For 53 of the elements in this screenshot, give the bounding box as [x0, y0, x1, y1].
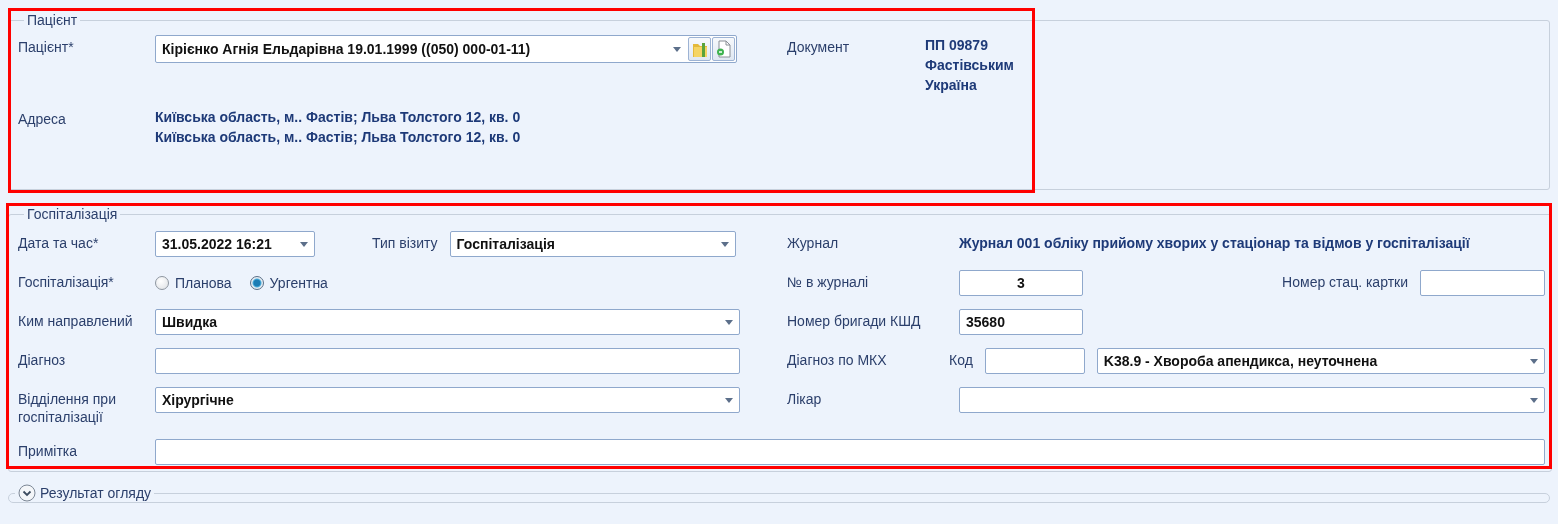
dropdown[interactable]: Госпіталізація — [449, 231, 736, 257]
caret-icon — [673, 46, 681, 52]
journal-value: Журнал 001 обліку прийому хворих у стаціонар та відмов у госпіталізації — [959, 234, 1471, 253]
radio-icon[interactable] — [155, 276, 169, 290]
caret-icon — [725, 319, 733, 325]
field-label: Ким направлений — [18, 312, 134, 330]
field-label: Відділення при госпіталізації — [18, 390, 117, 426]
radio-option[interactable]: Планова — [155, 275, 232, 291]
dropdown[interactable]: Хірургічне — [155, 387, 740, 413]
dropdown[interactable]: 31.05.2022 16:21 — [155, 231, 315, 257]
address-value: Київська область, м.. Фастів; Льва Толстого 12, кв. 0 — [155, 108, 521, 127]
field-label: Адреса — [18, 110, 67, 128]
section-title: Госпіталізація — [26, 206, 119, 222]
radio-option[interactable]: Ургентна — [249, 275, 328, 291]
caret-icon — [300, 241, 308, 247]
input-field[interactable] — [1420, 270, 1545, 296]
expand-icon[interactable] — [18, 484, 36, 502]
toolbar-button[interactable] — [712, 37, 735, 61]
document-value: Фастівським — [925, 56, 1014, 75]
section-title: Пацієнт — [26, 12, 79, 28]
input-field[interactable] — [984, 348, 1085, 374]
document-value: Україна — [925, 76, 977, 95]
field-label: Дата та час* — [18, 234, 100, 252]
caret-icon — [720, 241, 729, 247]
field-label: Журнал — [787, 234, 840, 252]
caret-icon — [1530, 358, 1538, 364]
input-field[interactable] — [155, 439, 1545, 465]
input-field[interactable] — [155, 348, 740, 374]
field-label: Документ — [787, 38, 851, 56]
dropdown[interactable]: Швидка — [155, 309, 740, 335]
field-label: Примітка — [18, 442, 79, 460]
field-label: Пацієнт* — [18, 38, 75, 56]
field-label: Тип візиту — [372, 234, 438, 252]
section-title: Результат огляду — [40, 485, 152, 501]
document-value: ПП 09879 — [925, 36, 988, 55]
address-value: Київська область, м.. Фастів; Льва Толстого 12, кв. 0 — [155, 128, 521, 147]
field-label: Лікар — [787, 390, 823, 408]
folder-icon — [691, 40, 708, 58]
field-label: № в журналі — [787, 273, 870, 291]
dropdown[interactable] — [959, 387, 1545, 413]
field-label: Діагноз — [18, 351, 67, 369]
document-icon — [715, 40, 732, 58]
field-label: Номер бригади КШД — [787, 312, 922, 330]
field-label: Код — [949, 351, 973, 369]
caret-icon — [1530, 397, 1538, 403]
caret-icon — [725, 397, 733, 403]
field-label: Госпіталізація* — [18, 273, 115, 291]
radio-icon[interactable] — [249, 276, 264, 290]
field-label: Номер стац. картки — [1282, 273, 1408, 291]
toolbar-button[interactable] — [688, 37, 711, 61]
dropdown[interactable]: K38.9 - Хвороба апендикса, неуточнена — [1096, 348, 1545, 374]
input-field[interactable]: 35680 — [959, 309, 1083, 335]
input-field[interactable]: 3 — [959, 270, 1083, 296]
